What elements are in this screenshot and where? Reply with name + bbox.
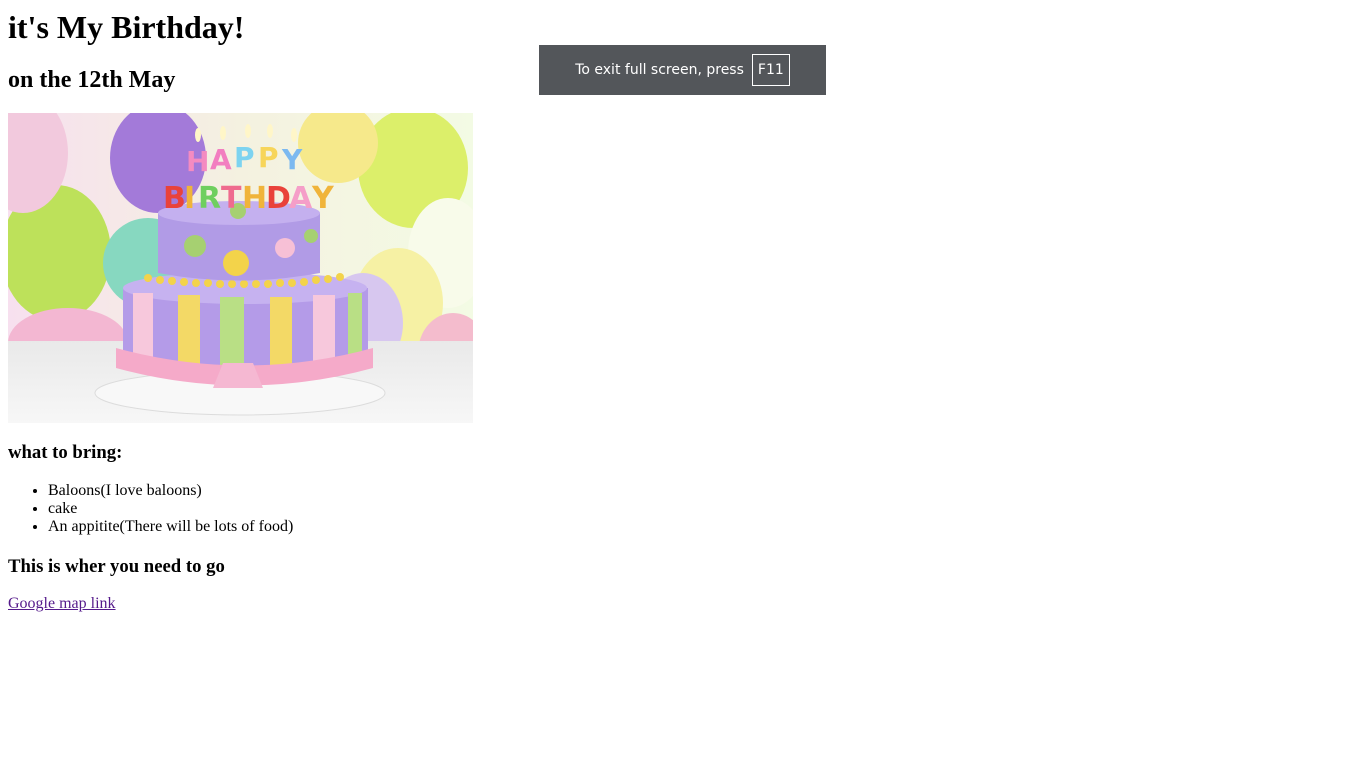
location-heading: This is wher you need to go — [8, 556, 225, 577]
svg-text:H: H — [242, 181, 267, 216]
birthday-cake-image: H A P P Y B I R T H D A Y — [8, 113, 473, 423]
svg-text:T: T — [221, 181, 242, 216]
svg-text:D: D — [266, 181, 291, 216]
bring-heading: what to bring: — [8, 442, 123, 463]
svg-text:Y: Y — [281, 143, 303, 176]
page-subtitle: on the 12th May — [8, 67, 176, 93]
list-item: cake — [48, 500, 293, 518]
svg-text:H: H — [186, 145, 209, 178]
bring-list: Baloons(I love baloons) cake An appitite… — [8, 482, 293, 536]
svg-text:I: I — [184, 181, 195, 216]
page-title: it's My Birthday! — [8, 9, 245, 45]
svg-text:P: P — [234, 141, 255, 174]
svg-text:B: B — [163, 181, 186, 216]
fullscreen-exit-toast: To exit full screen, press F11 — [539, 45, 826, 95]
list-item: Baloons(I love baloons) — [48, 482, 293, 500]
fullscreen-toast-message: To exit full screen, press — [575, 62, 744, 78]
svg-text:A: A — [210, 143, 232, 176]
svg-text:A: A — [289, 181, 313, 216]
svg-text:R: R — [198, 181, 221, 216]
list-item: An appitite(There will be lots of food) — [48, 518, 293, 536]
f11-key-badge: F11 — [751, 54, 790, 86]
google-map-link[interactable]: Google map link — [8, 595, 116, 613]
svg-text:P: P — [258, 141, 279, 174]
svg-text:Y: Y — [311, 181, 335, 216]
